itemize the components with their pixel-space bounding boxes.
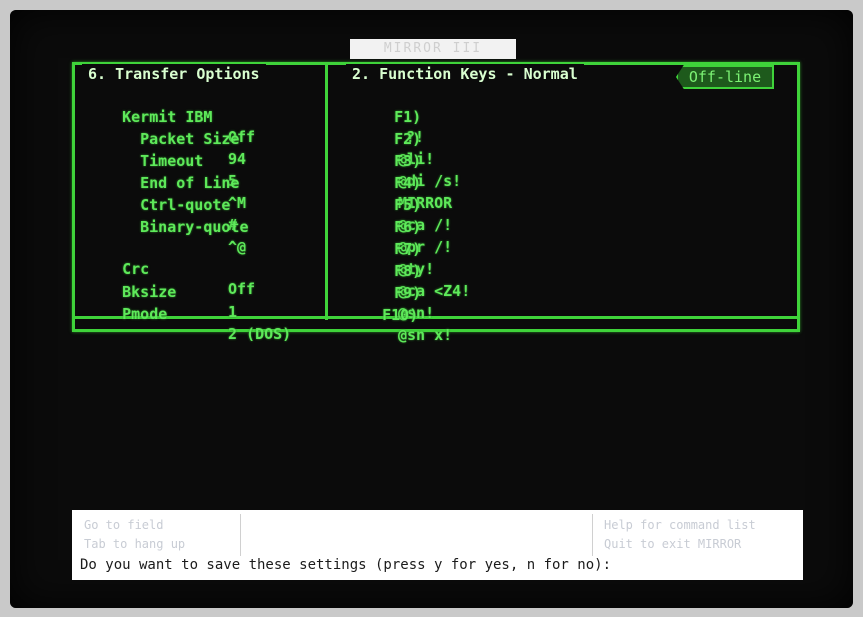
function-key-label: F10): [382, 306, 419, 324]
function-keys-title: 2. Function Keys - Normal: [346, 64, 584, 84]
option-value: 2 (DOS): [228, 325, 292, 343]
status-separator: [240, 514, 241, 556]
offline-status-badge: Off-line: [676, 65, 774, 89]
transfer-options-title: 6. Transfer Options: [82, 64, 266, 84]
status-bar: Go to field Tab to hang up Help for comm…: [72, 510, 803, 580]
save-settings-prompt: Do you want to save these settings (pres…: [80, 557, 612, 573]
frame-bottom-rule: [72, 316, 800, 319]
status-cell-hang-up: Tab to hang up: [84, 537, 186, 551]
status-cell-quit: Quit to exit MIRROR: [604, 537, 742, 551]
option-label: Pmode: [122, 305, 168, 323]
function-key-row-f10[interactable]: F10) @sn x!: [346, 285, 452, 365]
status-cell-help: Help for command list: [604, 518, 756, 532]
crt-screen: MIRROR III 6. Transfer Options 2. Functi…: [10, 10, 853, 608]
option-row-pmode[interactable]: Pmode 2 (DOS): [86, 284, 291, 364]
function-key-value: @sn x!: [398, 326, 453, 344]
status-separator: [592, 514, 593, 556]
panel-divider: [325, 62, 328, 320]
option-value: Off: [228, 280, 256, 298]
status-cell-go-to-field: Go to field: [84, 518, 164, 532]
option-value: ^@: [228, 238, 247, 256]
menu-title-highlight: MIRROR III: [350, 39, 516, 59]
option-label: Binary-quote: [140, 218, 249, 236]
option-value: 1: [228, 303, 238, 321]
